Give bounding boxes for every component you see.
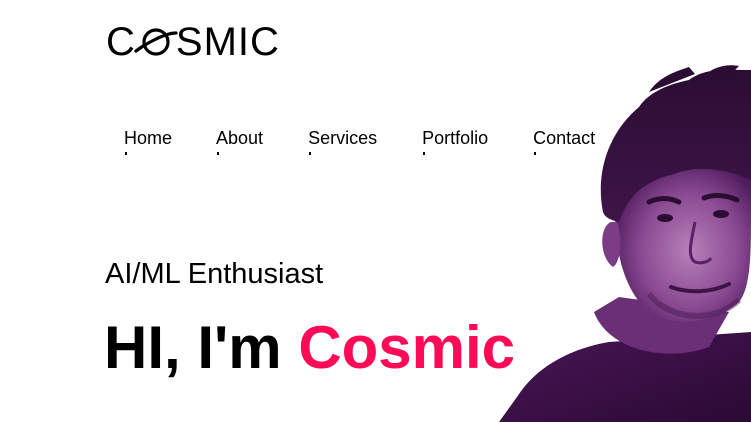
- planet-icon: [134, 28, 178, 56]
- hero-headline: HI, I'm Cosmic: [104, 312, 515, 384]
- logo-prefix: C: [106, 20, 136, 64]
- logo-suffix: SMIC: [175, 20, 280, 64]
- nav-item-services-label: Services: [308, 128, 378, 148]
- nav-underline-dot: [125, 152, 127, 155]
- hero-name: Cosmic: [298, 314, 516, 381]
- nav-underline-dot: [309, 152, 312, 155]
- nav-item-about-label: About: [216, 128, 264, 148]
- nav-item-services[interactable]: Services: [308, 128, 377, 155]
- nav-item-portfolio-label: Portfolio: [422, 128, 489, 148]
- hero-greeting: HI, I'm: [104, 314, 282, 381]
- nav-item-home[interactable]: Home: [124, 128, 172, 155]
- logo-link[interactable]: C SMIC: [106, 20, 280, 64]
- nav-item-portfolio[interactable]: Portfolio: [422, 128, 488, 155]
- logo: C SMIC: [106, 20, 280, 64]
- nav-item-about[interactable]: About: [216, 128, 263, 155]
- hero-subtitle: AI/ML Enthusiast: [105, 258, 324, 290]
- nav-underline-dot: [423, 152, 426, 155]
- nav-underline-dot: [217, 152, 220, 155]
- nav-item-home-label: Home: [124, 128, 173, 148]
- profile-portrait: [499, 65, 751, 422]
